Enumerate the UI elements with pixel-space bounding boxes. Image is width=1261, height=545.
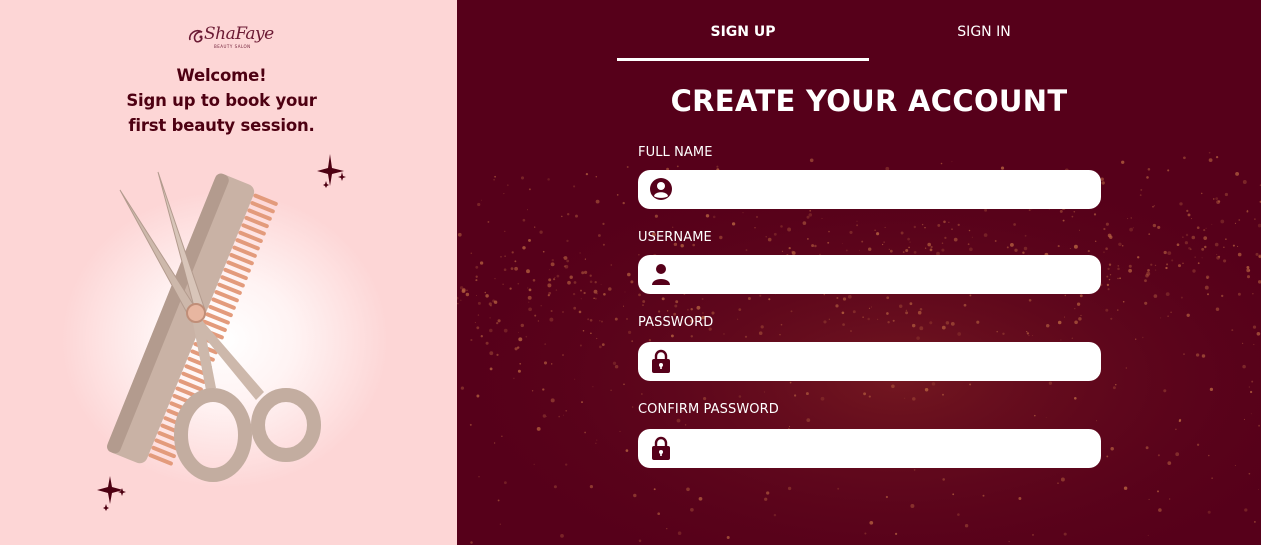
lock-icon bbox=[652, 436, 670, 460]
full-name-label: FULL NAME bbox=[638, 145, 713, 160]
signup-panel: SIGN UP SIGN IN CREATE YOUR ACCOUNT FULL… bbox=[457, 0, 1261, 545]
password-input[interactable] bbox=[682, 342, 1092, 381]
username-field[interactable] bbox=[638, 255, 1101, 294]
user-circle-icon bbox=[650, 178, 672, 200]
welcome-line-2: Sign up to book your bbox=[126, 91, 317, 110]
full-name-field[interactable] bbox=[638, 170, 1101, 209]
password-field[interactable] bbox=[638, 342, 1101, 381]
page-title: CREATE YOUR ACCOUNT bbox=[670, 84, 1068, 118]
lock-icon bbox=[652, 349, 670, 373]
user-icon bbox=[652, 264, 670, 285]
confirm-password-field[interactable] bbox=[638, 429, 1101, 468]
logo-subtitle: BEAUTY SALON bbox=[214, 44, 251, 49]
comb-and-scissors-illustration bbox=[107, 171, 321, 482]
confirm-password-input[interactable] bbox=[682, 429, 1092, 468]
logo-wordmark: ShaFaye bbox=[204, 24, 274, 44]
brand-logo: ShaFaye BEAUTY SALON bbox=[182, 24, 278, 54]
tab-sign-in[interactable]: SIGN IN bbox=[869, 24, 1099, 46]
tab-sign-up[interactable]: SIGN UP bbox=[617, 24, 869, 46]
username-label: USERNAME bbox=[638, 230, 712, 245]
welcome-panel: ShaFaye BEAUTY SALON Welcome! Sign up to… bbox=[0, 0, 457, 545]
full-name-input[interactable] bbox=[682, 170, 1092, 209]
welcome-message: Welcome! Sign up to book your first beau… bbox=[0, 63, 443, 138]
active-tab-indicator bbox=[617, 58, 869, 61]
username-input[interactable] bbox=[682, 255, 1092, 294]
password-label: PASSWORD bbox=[638, 315, 714, 330]
confirm-password-label: CONFIRM PASSWORD bbox=[638, 402, 779, 417]
welcome-heading: Welcome! bbox=[176, 66, 267, 85]
welcome-line-3: first beauty session. bbox=[128, 116, 315, 135]
